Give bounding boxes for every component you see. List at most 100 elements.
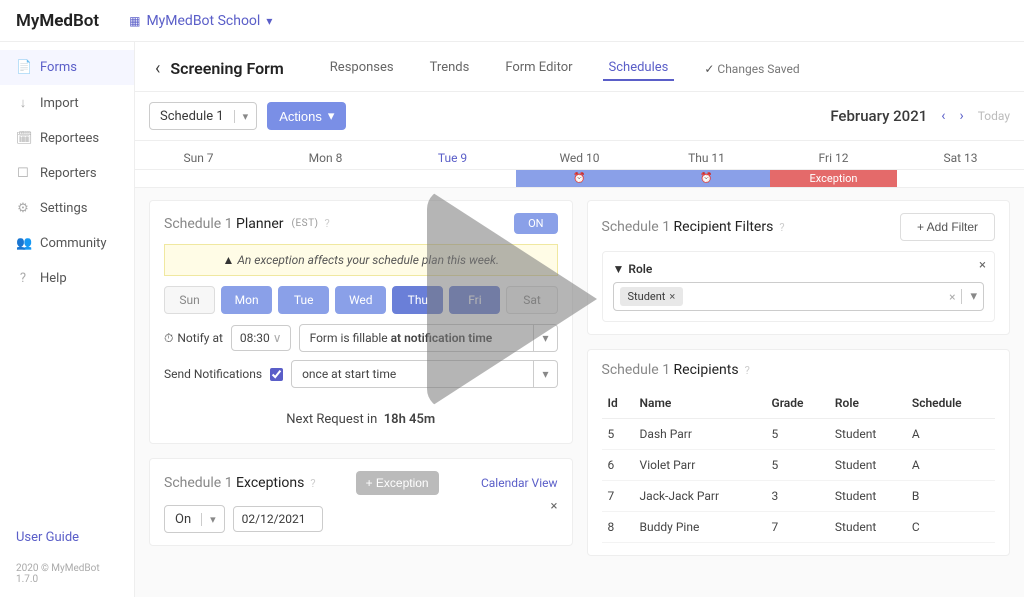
sidebar-item-reportees[interactable]: 🗓Reportees	[0, 121, 134, 156]
notify-at-label: ⏱ Notify at	[164, 331, 223, 346]
filter-icon: ▼	[613, 262, 625, 276]
sidebar-item-forms[interactable]: 📄Forms	[0, 50, 134, 85]
import-icon: ↓	[16, 95, 30, 111]
filters-title: Schedule 1 Recipient Filters	[602, 219, 774, 235]
day-pill-fri[interactable]: Fri	[449, 286, 500, 314]
cal-day[interactable]: Fri 12	[770, 141, 897, 169]
chevron-down-icon: ▾	[328, 108, 335, 124]
schedule-select[interactable]: Schedule 1▾	[149, 102, 257, 130]
actions-button[interactable]: Actions▾	[267, 102, 346, 130]
tab-schedules[interactable]: Schedules	[603, 56, 675, 81]
back-button[interactable]: ‹	[155, 58, 160, 79]
filter-tag: Student ×	[620, 287, 684, 306]
notify-time-select[interactable]: 08:30 ∨	[231, 325, 291, 351]
recipients-title: Schedule 1 Recipients	[602, 362, 739, 378]
col-schedule[interactable]: Schedule	[906, 388, 995, 419]
remove-filter-button[interactable]: ×	[979, 258, 986, 273]
table-row[interactable]: 6Violet Parr5StudentA	[602, 450, 996, 481]
exceptions-title: Schedule 1 Exceptions	[164, 475, 304, 491]
planner-card: Schedule 1 Planner (EST) ? ON An excepti…	[149, 200, 573, 444]
settings-icon: ⚙	[16, 201, 30, 216]
cal-day[interactable]: Wed 10	[516, 141, 643, 169]
day-pill-sun[interactable]: Sun	[164, 286, 215, 314]
day-pill-tue[interactable]: Tue	[278, 286, 329, 314]
community-icon: 👥	[16, 236, 30, 251]
exception-band[interactable]: Exception	[770, 170, 897, 187]
help-icon[interactable]: ?	[745, 364, 750, 377]
calendar-header: Sun 7 Mon 8 Tue 9 Wed 10 Thu 11 Fri 12 S…	[135, 141, 1024, 170]
cal-day[interactable]: Mon 8	[262, 141, 389, 169]
cal-day[interactable]: Sun 7	[135, 141, 262, 169]
day-pill-sat[interactable]: Sat	[506, 286, 557, 314]
help-icon[interactable]: ?	[310, 477, 315, 490]
copyright: 2020 © MyMedBot 1.7.0	[16, 563, 118, 585]
exception-type-select[interactable]: On▾	[164, 505, 225, 533]
sidebar: 📄Forms ↓Import 🗓Reportees ☐Reporters ⚙Se…	[0, 42, 135, 597]
chevron-down-icon[interactable]: ▾	[534, 360, 557, 388]
send-notifications-checkbox[interactable]	[270, 368, 283, 381]
remove-tag-button[interactable]: ×	[669, 290, 675, 303]
chevron-down-icon[interactable]: ▾	[961, 289, 977, 304]
day-pill-mon[interactable]: Mon	[221, 286, 272, 314]
prev-month-button[interactable]: ‹	[941, 108, 945, 124]
sidebar-item-settings[interactable]: ⚙Settings	[0, 191, 134, 226]
next-month-button[interactable]: ›	[959, 108, 963, 124]
alarm-icon: ⏰	[700, 173, 712, 184]
schedule-band[interactable]: ⏰	[643, 170, 770, 187]
sidebar-item-help[interactable]: ?Help	[0, 261, 134, 296]
cal-day[interactable]: Tue 9	[389, 141, 516, 169]
fillable-select[interactable]: Form is fillable at notification time	[299, 324, 535, 352]
building-icon: ▦	[129, 14, 140, 28]
school-selector[interactable]: ▦ MyMedBot School ▾	[129, 13, 272, 29]
exception-date-input[interactable]: 02/12/2021	[233, 506, 323, 532]
calendar-icon: 🗓	[16, 131, 30, 146]
remove-exception-button[interactable]: ×	[551, 499, 558, 514]
planner-toggle[interactable]: ON	[514, 213, 557, 234]
exceptions-card: Schedule 1 Exceptions ? + Exception Cale…	[149, 458, 573, 546]
tab-form-editor[interactable]: Form Editor	[499, 56, 578, 81]
user-guide-link[interactable]: User Guide	[16, 530, 118, 545]
role-filter-input[interactable]: Student × × ▾	[613, 282, 985, 311]
cal-day[interactable]: Sat 13	[897, 141, 1024, 169]
help-icon: ?	[16, 271, 30, 286]
help-icon[interactable]: ?	[779, 221, 784, 234]
day-pill-thu[interactable]: Thu	[392, 286, 443, 314]
today-button[interactable]: Today	[978, 109, 1010, 123]
next-request-label: Next Request in 18h 45m	[164, 396, 558, 431]
page-title: Screening Form	[170, 59, 283, 78]
chevron-down-icon: ▾	[234, 110, 257, 123]
tab-responses[interactable]: Responses	[324, 56, 400, 81]
timezone-label: (EST)	[292, 218, 319, 229]
forms-icon: 📄	[16, 60, 30, 75]
chevron-down-icon[interactable]: ▾	[534, 324, 557, 352]
clock-icon: ⏱	[164, 331, 173, 346]
cal-day[interactable]: Thu 11	[643, 141, 770, 169]
save-status: Changes Saved	[704, 62, 799, 76]
reporters-icon: ☐	[16, 166, 30, 181]
schedule-band[interactable]: ⏰	[516, 170, 643, 187]
day-pill-wed[interactable]: Wed	[335, 286, 386, 314]
sidebar-item-import[interactable]: ↓Import	[0, 85, 134, 121]
tab-trends[interactable]: Trends	[424, 56, 476, 81]
planner-title: Schedule 1 Planner	[164, 216, 284, 232]
sidebar-item-reporters[interactable]: ☐Reporters	[0, 156, 134, 191]
table-row[interactable]: 7Jack-Jack Parr3StudentB	[602, 481, 996, 512]
filter-role-label: ▼ Role	[613, 262, 985, 276]
col-grade[interactable]: Grade	[766, 388, 829, 419]
col-role[interactable]: Role	[829, 388, 906, 419]
help-icon[interactable]: ?	[325, 217, 330, 230]
app-logo: MyMedBot	[16, 11, 99, 31]
table-row[interactable]: 8Buddy Pine7StudentC	[602, 512, 996, 543]
clear-tags-button[interactable]: ×	[949, 290, 955, 304]
sidebar-item-community[interactable]: 👥Community	[0, 226, 134, 261]
chevron-down-icon: ▾	[266, 14, 272, 28]
add-exception-button[interactable]: + Exception	[356, 471, 439, 495]
col-id[interactable]: Id	[602, 388, 634, 419]
filters-card: Schedule 1 Recipient Filters ? + Add Fil…	[587, 200, 1011, 335]
recipients-card: Schedule 1 Recipients ? Id Name Grade Ro…	[587, 349, 1011, 556]
table-row[interactable]: 5Dash Parr5StudentA	[602, 419, 996, 450]
send-frequency-select[interactable]: once at start time	[291, 360, 534, 388]
col-name[interactable]: Name	[634, 388, 766, 419]
add-filter-button[interactable]: + Add Filter	[900, 213, 995, 241]
calendar-view-link[interactable]: Calendar View	[481, 476, 558, 490]
